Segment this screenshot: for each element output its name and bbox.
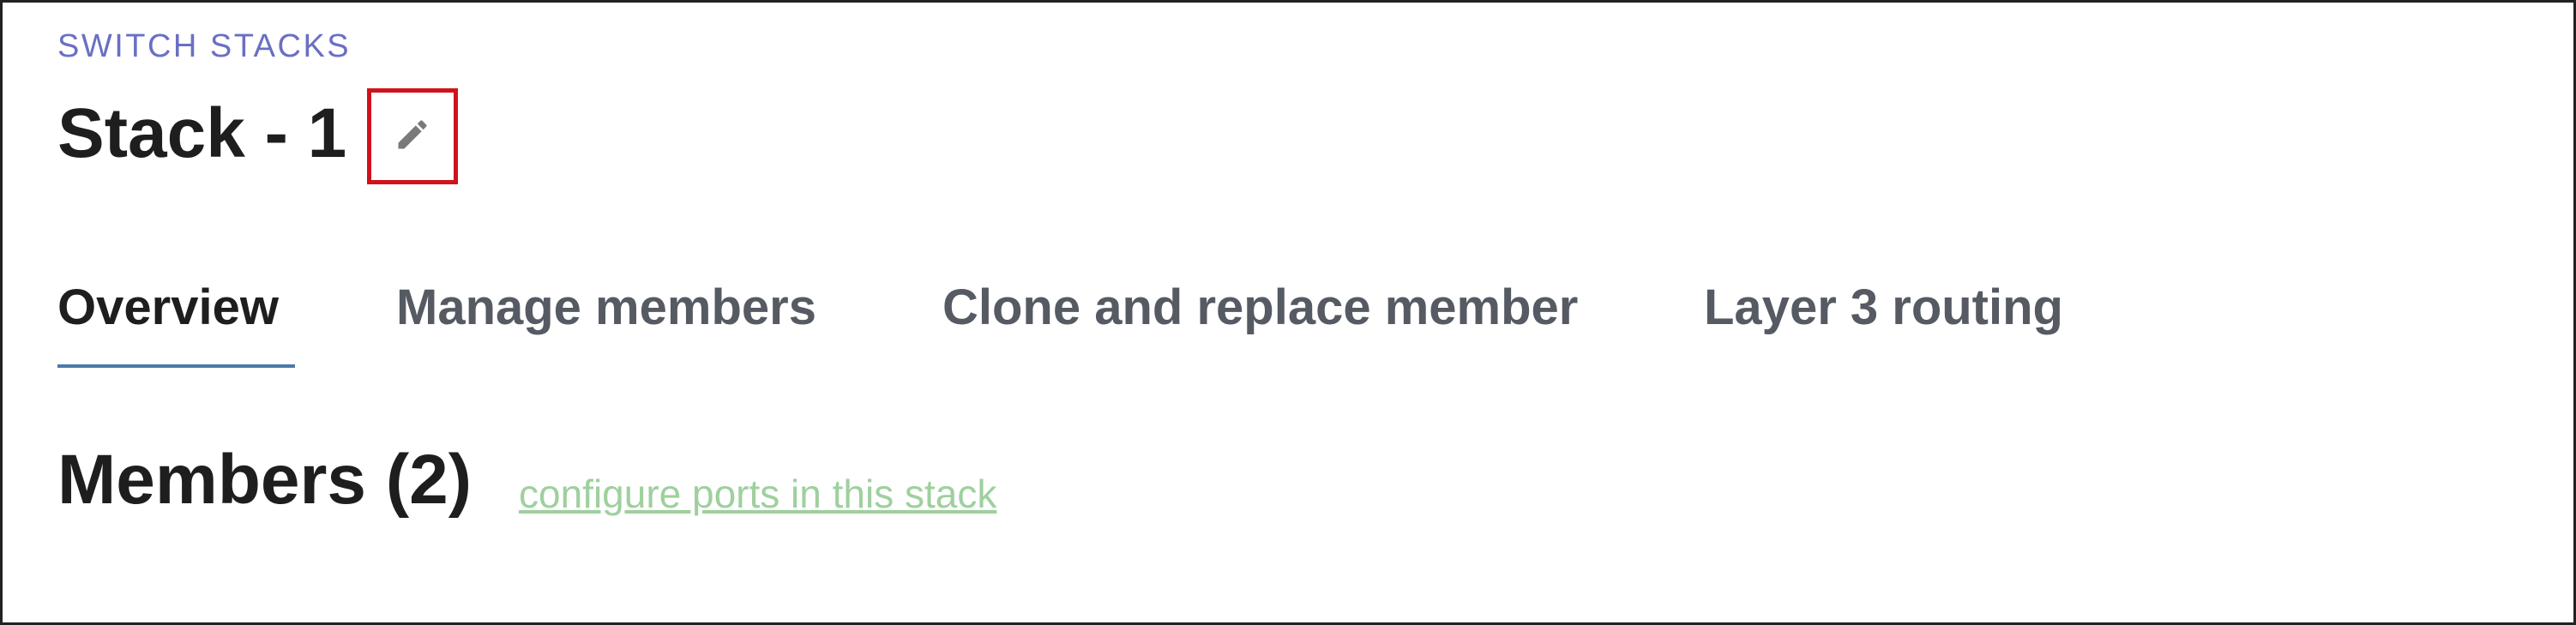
pencil-icon	[394, 116, 431, 158]
stack-detail-panel: SWITCH STACKS Stack - 1 Overview Manage …	[0, 0, 2576, 625]
active-tab-indicator	[57, 364, 295, 368]
members-title: Members (2)	[57, 441, 472, 519]
tab-layer-3-routing[interactable]: Layer 3 routing	[1704, 279, 2063, 336]
tab-manage-members[interactable]: Manage members	[396, 279, 816, 336]
tab-clone-and-replace-member[interactable]: Clone and replace member	[942, 279, 1578, 336]
edit-name-button[interactable]	[367, 88, 458, 184]
page-title: Stack - 1	[57, 94, 347, 172]
tab-overview[interactable]: Overview	[57, 279, 279, 336]
configure-ports-link[interactable]: configure ports in this stack	[519, 471, 996, 517]
breadcrumb[interactable]: SWITCH STACKS	[57, 28, 351, 65]
